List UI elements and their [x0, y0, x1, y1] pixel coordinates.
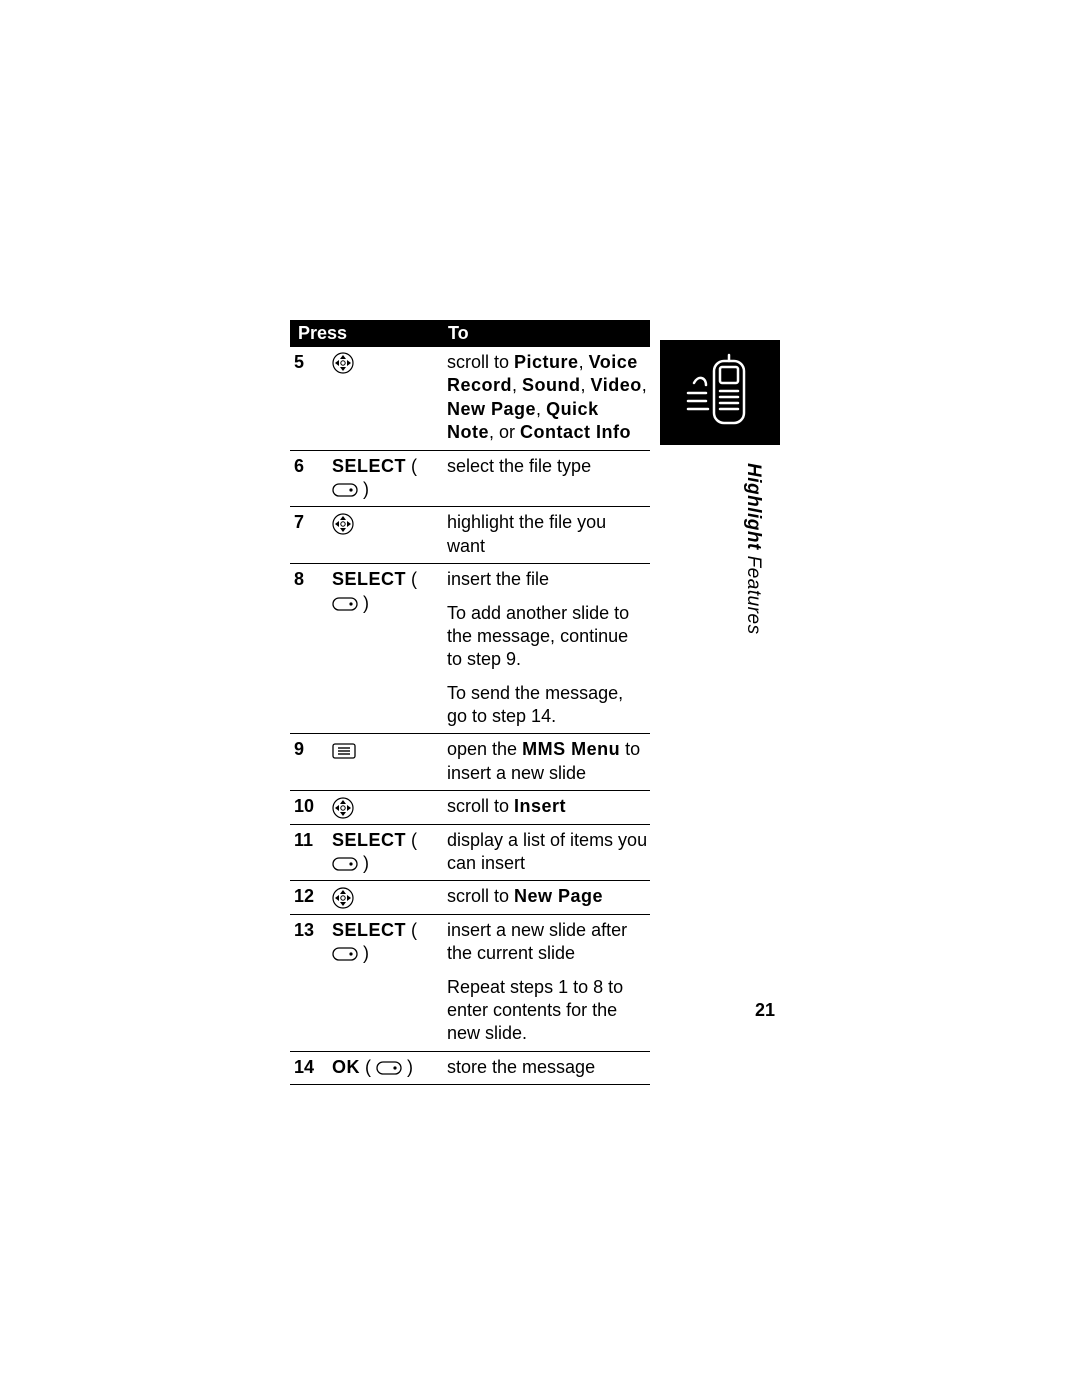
steps-table: Press To 5 scroll to Picture, Voice Reco… [290, 320, 650, 1085]
soft-key-icon [332, 483, 358, 497]
step-number: 11 [290, 824, 328, 881]
press-cell [328, 791, 443, 824]
soft-key-icon [376, 1061, 402, 1075]
step-number: 5 [290, 347, 328, 450]
step-number: 7 [290, 507, 328, 564]
to-cell: open the MMS Menu to insert a new slide [443, 734, 650, 791]
table-row: 12 scroll to New Page [290, 881, 650, 914]
press-cell: SELECT ( ) [328, 824, 443, 881]
press-cell [328, 734, 443, 791]
to-cell: insert a new slide after the current sli… [443, 914, 650, 1051]
step-number: 9 [290, 734, 328, 791]
phone-icon [680, 353, 760, 433]
to-cell: scroll to Picture, Voice Record, Sound, … [443, 347, 650, 450]
table-row: 7 highlight the file you want [290, 507, 650, 564]
step-number: 12 [290, 881, 328, 914]
press-cell: SELECT ( ) [328, 914, 443, 1051]
to-cell: store the message [443, 1051, 650, 1084]
table-row: 14 OK ( ) store the message [290, 1051, 650, 1084]
header-to: To [448, 323, 642, 344]
table-row: 13 SELECT ( ) insert a new slide after t… [290, 914, 650, 1051]
press-cell [328, 507, 443, 564]
step-number: 10 [290, 791, 328, 824]
menu-key-icon [332, 743, 356, 759]
table-row: 5 scroll to Picture, Voice Record, Sound… [290, 347, 650, 450]
soft-key-icon [332, 857, 358, 871]
to-cell: display a list of items you can insert [443, 824, 650, 881]
press-cell: OK ( ) [328, 1051, 443, 1084]
press-cell: SELECT ( ) [328, 564, 443, 734]
table-row: 11 SELECT ( ) display a list of items yo… [290, 824, 650, 881]
table-row: 6 SELECT ( ) select the file type [290, 450, 650, 507]
to-cell: scroll to New Page [443, 881, 650, 914]
press-cell [328, 347, 443, 450]
page-number: 21 [755, 1000, 775, 1021]
nav-key-icon [332, 513, 354, 535]
nav-key-icon [332, 887, 354, 909]
step-number: 6 [290, 450, 328, 507]
to-cell: select the file type [443, 450, 650, 507]
press-cell [328, 881, 443, 914]
table-row: 9 open the MMS Menu to insert a new slid… [290, 734, 650, 791]
nav-key-icon [332, 797, 354, 819]
to-cell: highlight the file you want [443, 507, 650, 564]
to-cell: scroll to Insert [443, 791, 650, 824]
step-number: 14 [290, 1051, 328, 1084]
section-label: Highlight Features [742, 463, 764, 635]
side-tab: Highlight Features [660, 340, 780, 635]
to-cell: insert the file To add another slide to … [443, 564, 650, 734]
step-number: 13 [290, 914, 328, 1051]
table-header: Press To [290, 320, 650, 347]
table-row: 10 scroll to Insert [290, 791, 650, 824]
chapter-icon-box [660, 340, 780, 445]
soft-key-icon [332, 947, 358, 961]
header-press: Press [298, 323, 448, 344]
nav-key-icon [332, 352, 354, 374]
press-cell: SELECT ( ) [328, 450, 443, 507]
soft-key-icon [332, 597, 358, 611]
table-row: 8 SELECT ( ) insert the file To add anot… [290, 564, 650, 734]
step-number: 8 [290, 564, 328, 734]
